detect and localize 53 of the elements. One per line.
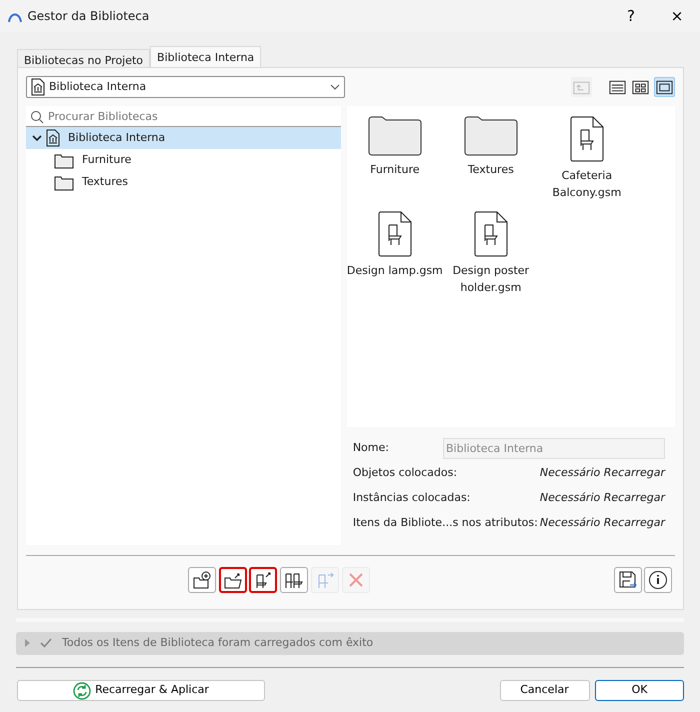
folder-icon (54, 152, 74, 168)
field-value: Necessário Recarregar (540, 515, 665, 532)
field-label: Itens da Bibliote...s nos atributos: (352, 515, 538, 532)
ok-button[interactable]: OK (595, 680, 684, 701)
library-icon (31, 78, 45, 96)
grid-view-icon (631, 78, 650, 96)
tab[interactable]: Biblioteca Interna (150, 46, 262, 67)
search-field[interactable]: Procurar Bibliotecas (26, 106, 342, 127)
cancel-button[interactable]: Cancelar (500, 680, 590, 701)
tree-item[interactable]: Furniture (26, 149, 342, 171)
chairs-button[interactable] (280, 567, 308, 593)
window-title: Gestor da Biblioteca (28, 8, 150, 25)
library-dropdown[interactable]: Biblioteca Interna (26, 76, 345, 98)
large-view-icon (655, 78, 674, 96)
folder-icon (368, 116, 422, 156)
chair-export-button[interactable] (249, 567, 278, 593)
item-label: Textures (468, 162, 514, 178)
field-label: Nome: (352, 440, 389, 456)
folder-export-button[interactable] (218, 567, 247, 593)
tree-item[interactable]: Textures (26, 171, 342, 193)
check-icon (40, 638, 52, 648)
info-button[interactable] (644, 567, 672, 593)
list-view-icon (608, 78, 626, 96)
chevron-down-icon (32, 134, 42, 142)
dropdown-value: Biblioteca Interna (49, 78, 148, 95)
chair-file-icon (474, 211, 508, 257)
app-logo-icon (8, 10, 22, 23)
help-button[interactable]: ? (608, 0, 654, 32)
refresh-icon (73, 682, 92, 700)
field-label: Instâncias colocadas: (352, 490, 470, 506)
folder-icon (54, 174, 74, 190)
item-label: Design poster holder.gsm (452, 263, 530, 296)
item-label: Design lamp.gsm (346, 263, 443, 279)
info-icon (647, 569, 670, 591)
field-label: Objetos colocados: (352, 465, 458, 482)
add-folder-button[interactable] (188, 567, 216, 593)
tab[interactable]: Bibliotecas no Projeto (17, 49, 150, 67)
reload-apply-button[interactable]: Recarregar & Aplicar (17, 680, 265, 701)
close-button[interactable]: × (654, 0, 700, 32)
item-label: Furniture (370, 162, 420, 178)
field-value: Necessário Recarregar (540, 490, 665, 506)
field-value: Necessário Recarregar (540, 465, 665, 482)
status-text: Todos os Itens de Biblioteca foram carregados com êxito (62, 635, 374, 652)
save-button[interactable] (614, 567, 642, 593)
chair-file-icon (378, 211, 412, 257)
add-folder-icon (190, 569, 213, 591)
chair-file-icon (570, 116, 604, 162)
view-large-button[interactable] (654, 77, 675, 97)
folder-icon (464, 116, 518, 156)
tree-item[interactable]: Biblioteca Interna (26, 127, 342, 149)
item-label: Cafeteria Balcony.gsm (551, 168, 622, 200)
library-icon (46, 129, 60, 147)
chevron-down-icon (330, 84, 340, 90)
